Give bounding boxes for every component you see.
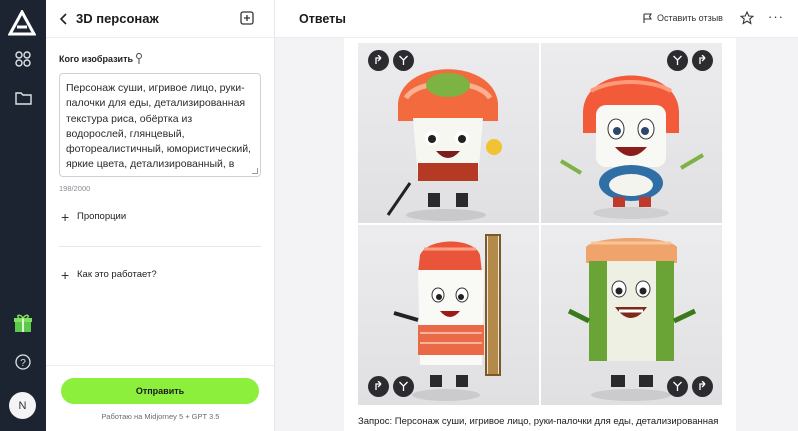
prompt-input[interactable]: Персонаж суши, игривое лицо, руки-палочк…	[59, 73, 261, 177]
more-button[interactable]: ···	[768, 9, 784, 24]
back-button[interactable]	[60, 10, 74, 28]
upscale-button[interactable]	[692, 376, 713, 397]
panel-header: 3D персонаж	[46, 0, 275, 38]
pin-icon	[135, 52, 145, 64]
plus-icon: +	[61, 208, 70, 225]
page-title: Ответы	[299, 12, 346, 26]
powered-by-text: Работаю на Midjorney 5 + GPT 3.5	[101, 412, 220, 421]
settings-panel: 3D персонаж Кого изобразить Персонаж суш…	[46, 0, 275, 431]
variation-button[interactable]	[393, 376, 414, 397]
variation-button[interactable]	[393, 50, 414, 71]
arrow-up-right-icon	[375, 55, 382, 64]
apps-grid-icon[interactable]	[12, 48, 34, 70]
result-image-2[interactable]	[541, 43, 722, 223]
how-it-works-button[interactable]: + Как это работает?	[61, 266, 157, 283]
divider	[59, 246, 261, 247]
branch-icon	[399, 381, 408, 391]
gift-icon[interactable]	[12, 312, 34, 334]
image-grid	[358, 43, 722, 405]
result-image-1[interactable]	[358, 43, 539, 223]
send-button[interactable]: Отправить	[61, 378, 259, 404]
variation-button[interactable]	[667, 50, 688, 71]
panel-footer: Отправить Работаю на Midjorney 5 + GPT 3…	[46, 365, 275, 431]
results-card: Запрос: Персонаж суши, игривое лицо, рук…	[344, 38, 736, 431]
feedback-label: Оставить отзыв	[657, 13, 723, 23]
panel-title: 3D персонаж	[76, 11, 159, 26]
branch-icon	[399, 55, 408, 65]
favorite-button[interactable]	[739, 10, 755, 25]
result-image-4[interactable]	[541, 225, 722, 405]
proportions-button[interactable]: + Пропорции	[61, 208, 127, 225]
star-icon	[739, 10, 755, 25]
resize-handle[interactable]	[252, 168, 258, 174]
branch-icon	[673, 381, 682, 391]
upscale-button[interactable]	[368, 50, 389, 71]
svg-text:?: ?	[20, 358, 26, 369]
arrow-up-right-icon	[699, 381, 706, 390]
result-image-3[interactable]	[358, 225, 539, 405]
how-it-works-label: Как это работает?	[77, 269, 157, 280]
prompt-text: Персонаж суши, игривое лицо, руки-палочк…	[66, 82, 251, 171]
folder-icon[interactable]	[12, 87, 34, 109]
char-counter: 198/2000	[59, 184, 91, 193]
arrow-up-right-icon	[699, 55, 706, 64]
branch-icon	[673, 55, 682, 65]
help-icon[interactable]: ?	[12, 351, 34, 373]
proportions-label: Пропорции	[77, 211, 127, 222]
upscale-button[interactable]	[692, 50, 713, 71]
variation-button[interactable]	[667, 376, 688, 397]
avatar[interactable]: N	[9, 392, 36, 419]
query-text: Запрос: Персонаж суши, игривое лицо, рук…	[358, 416, 719, 427]
app-rail: ? N	[0, 0, 46, 431]
flag-icon	[643, 13, 652, 23]
results-topbar: Ответы Оставить отзыв ···	[275, 0, 798, 38]
chevron-left-icon	[60, 13, 67, 25]
add-square-icon	[240, 11, 254, 25]
new-chat-button[interactable]	[240, 11, 256, 27]
arrow-up-right-icon	[375, 381, 382, 390]
feedback-button[interactable]: Оставить отзыв	[643, 13, 723, 23]
plus-icon: +	[61, 266, 70, 283]
field-label: Кого изобразить	[59, 54, 134, 64]
app-logo[interactable]	[7, 8, 37, 36]
upscale-button[interactable]	[368, 376, 389, 397]
